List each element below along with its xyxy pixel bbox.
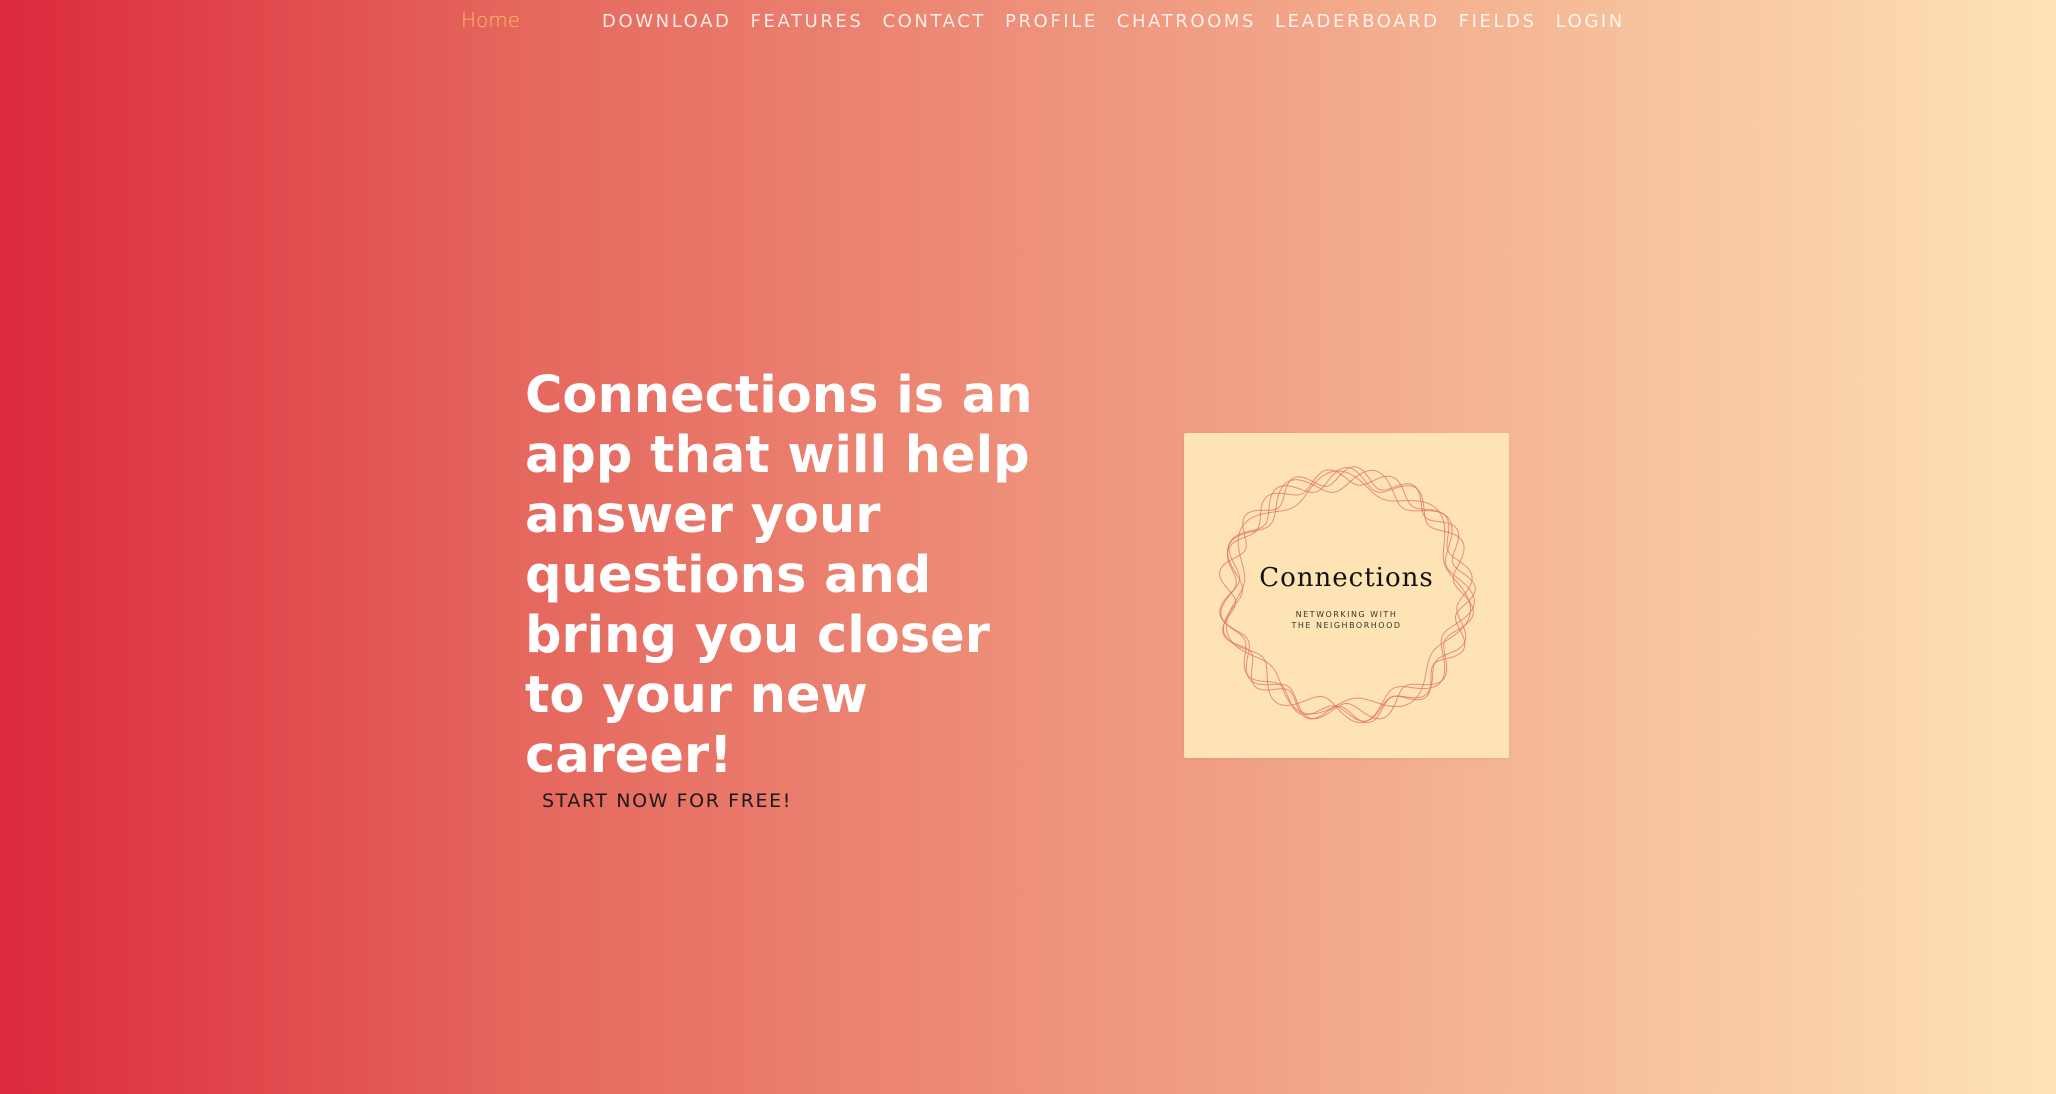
logo-image: Connections NETWORKING WITH THE NEIGHBOR…: [1184, 433, 1509, 758]
nav-download[interactable]: DOWNLOAD: [602, 11, 732, 32]
nav-chatrooms[interactable]: CHATROOMS: [1117, 11, 1256, 32]
start-now-button[interactable]: START NOW FOR FREE!: [527, 780, 807, 822]
logo-subtitle: NETWORKING WITH THE NEIGHBORHOOD: [1291, 610, 1402, 630]
nav-login[interactable]: LOGIN: [1556, 11, 1625, 32]
nav-features[interactable]: FEATURES: [751, 11, 864, 32]
spirograph-ring-icon: [1219, 466, 1476, 724]
main-nav: DOWNLOAD FEATURES CONTACT PROFILE CHATRO…: [602, 11, 1644, 32]
nav-leaderboard[interactable]: LEADERBOARD: [1275, 11, 1440, 32]
ring-loop-0: [1219, 466, 1474, 720]
logo-title: Connections: [1259, 563, 1434, 593]
home-link[interactable]: Home: [461, 8, 520, 32]
hero-heading: Connections is an app that will help ans…: [525, 366, 1033, 785]
nav-profile[interactable]: PROFILE: [1005, 11, 1098, 32]
nav-contact[interactable]: CONTACT: [882, 11, 986, 32]
nav-fields[interactable]: FIELDS: [1459, 11, 1537, 32]
